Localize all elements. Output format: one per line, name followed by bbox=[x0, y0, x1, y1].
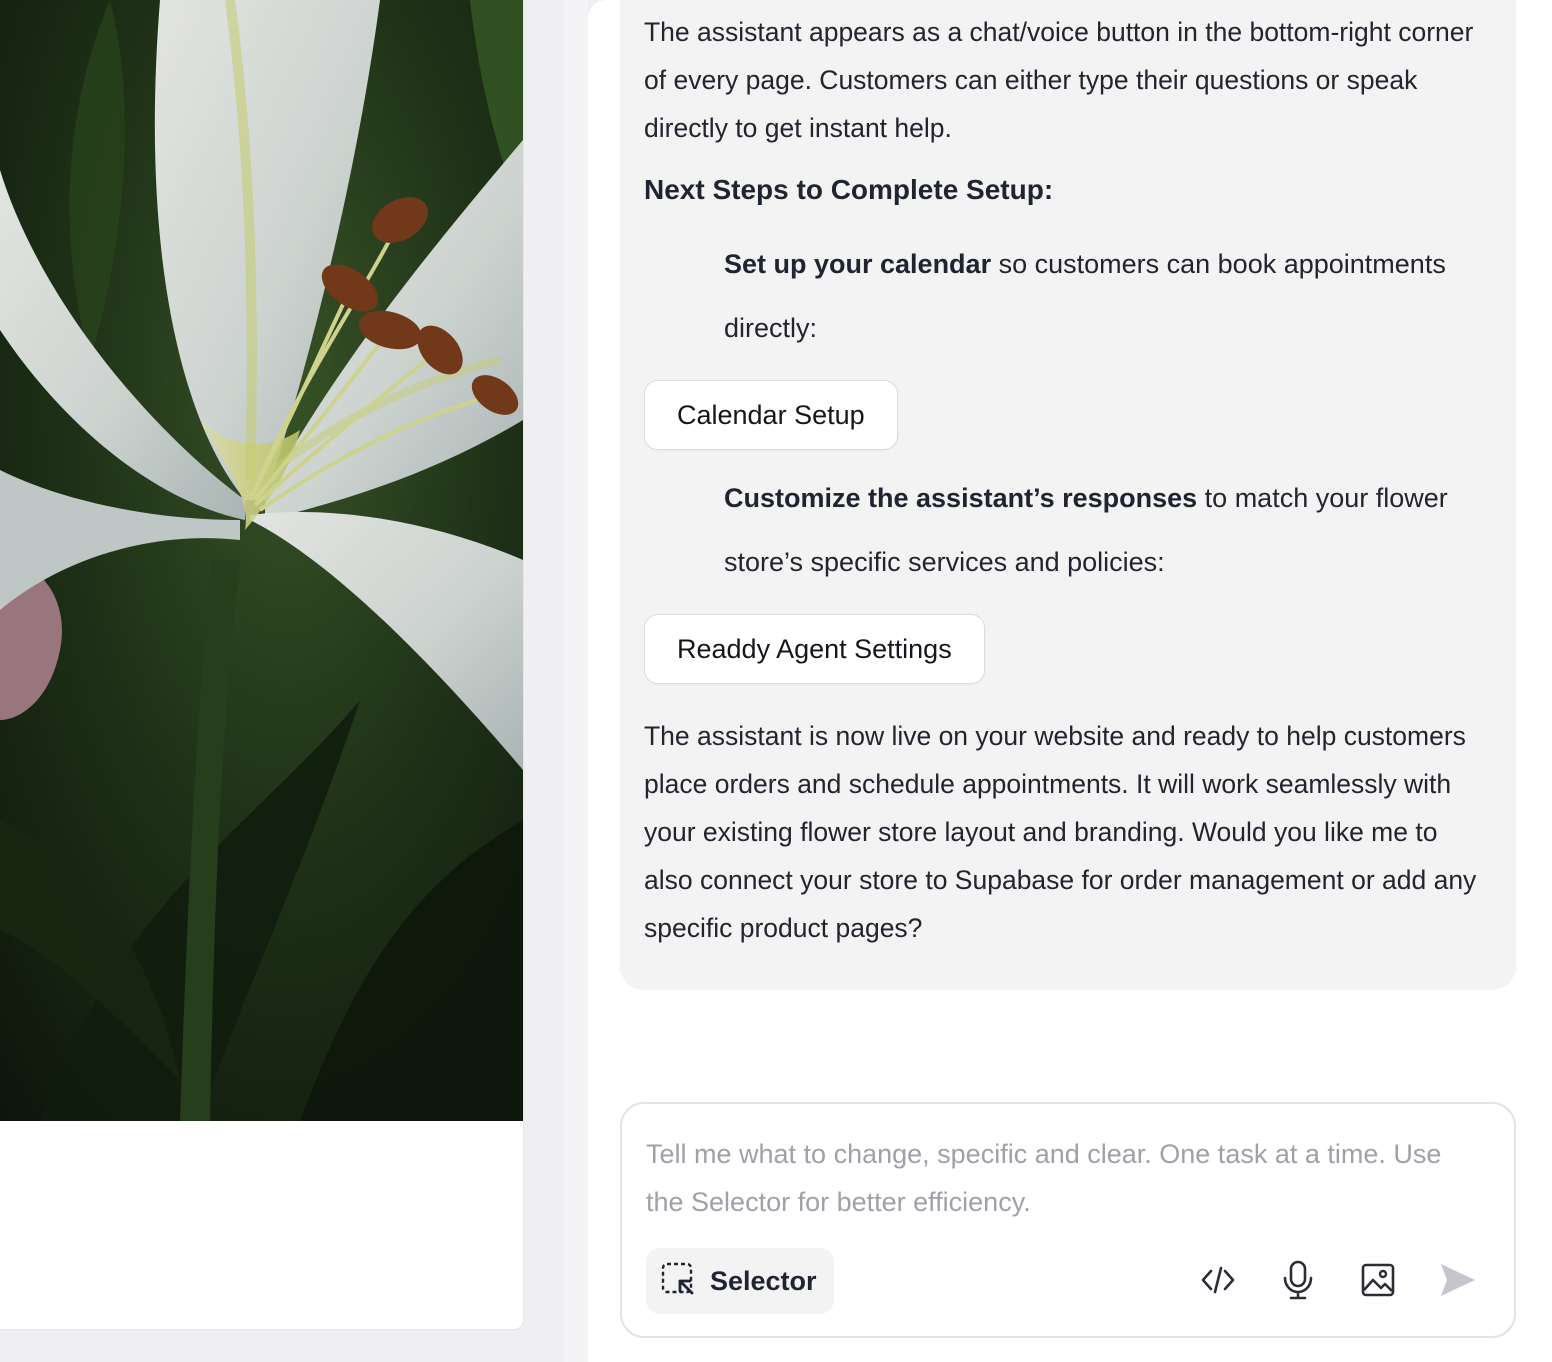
agent-settings-button[interactable]: Readdy Agent Settings bbox=[644, 614, 985, 684]
message-input[interactable] bbox=[646, 1130, 1486, 1230]
selector-icon bbox=[660, 1261, 696, 1302]
step-customize-bold: Customize the assistant’s responses bbox=[724, 483, 1198, 513]
send-icon bbox=[1439, 1262, 1477, 1303]
microphone-button[interactable] bbox=[1276, 1260, 1320, 1304]
send-button[interactable] bbox=[1436, 1260, 1480, 1304]
next-steps-heading: Next Steps to Complete Setup: bbox=[644, 174, 1054, 205]
image-upload-button[interactable] bbox=[1356, 1260, 1400, 1304]
chat-panel: The assistant appears as a chat/voice bu… bbox=[588, 0, 1552, 1362]
code-button[interactable] bbox=[1196, 1260, 1240, 1304]
website-preview bbox=[0, 0, 524, 1330]
selector-button[interactable]: Selector bbox=[646, 1248, 834, 1314]
app-root: The assistant appears as a chat/voice bu… bbox=[0, 0, 1552, 1362]
microphone-icon bbox=[1280, 1260, 1316, 1305]
calendar-setup-button[interactable]: Calendar Setup bbox=[644, 380, 898, 450]
selector-label: Selector bbox=[710, 1265, 817, 1296]
step-calendar: Set up your calendar so customers can bo… bbox=[724, 232, 1492, 360]
message-closing: The assistant is now live on your websit… bbox=[644, 721, 1477, 943]
hero-image bbox=[0, 0, 523, 1121]
code-icon bbox=[1200, 1262, 1236, 1303]
panel-divider bbox=[564, 0, 588, 1362]
step-calendar-bold: Set up your calendar bbox=[724, 249, 992, 279]
message-composer: Selector bbox=[620, 1102, 1516, 1338]
message-intro: The assistant appears as a chat/voice bu… bbox=[644, 17, 1474, 143]
image-icon bbox=[1360, 1262, 1396, 1303]
step-customize: Customize the assistant’s responses to m… bbox=[724, 466, 1492, 594]
lily-illustration bbox=[0, 0, 523, 1121]
assistant-message: The assistant appears as a chat/voice bu… bbox=[620, 0, 1516, 990]
